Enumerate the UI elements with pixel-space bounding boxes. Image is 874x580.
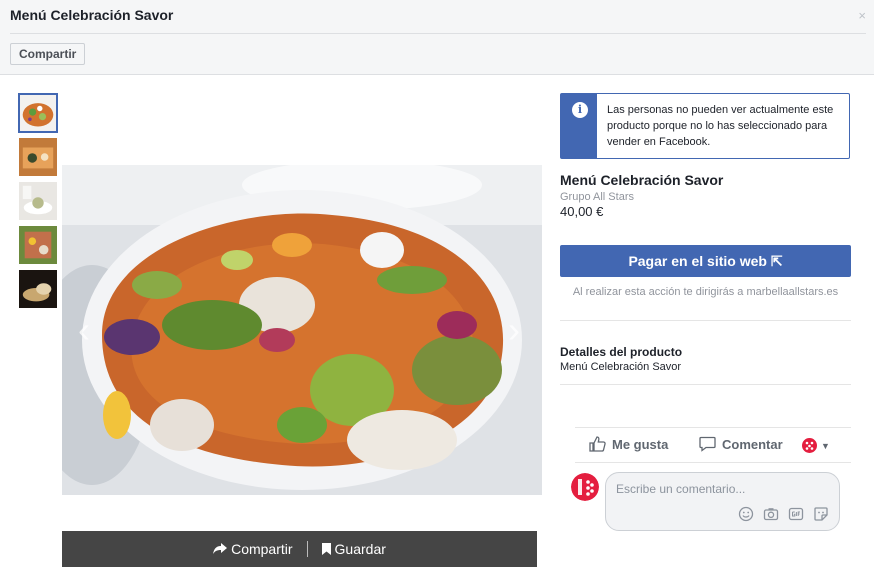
photo-bar-divider: [306, 541, 308, 557]
notice-text: Las personas no pueden ver actualmente e…: [607, 104, 834, 148]
like-button[interactable]: Me gusta: [589, 436, 668, 452]
section-divider: [560, 384, 851, 385]
bookmark-icon: [321, 543, 331, 555]
comment-input[interactable]: [616, 482, 826, 496]
thumbnail-2[interactable]: [18, 137, 58, 177]
details-heading: Detalles del producto: [560, 345, 683, 359]
avatar[interactable]: [571, 473, 599, 501]
next-photo-button[interactable]: ›: [508, 312, 520, 348]
product-price: 40,00 €: [560, 204, 604, 219]
dialog-title: Menú Celebración Savor: [10, 7, 174, 23]
notice-strip: i: [561, 94, 597, 158]
seller-name[interactable]: Grupo All Stars: [560, 191, 634, 203]
product-title: Menú Celebración Savor: [560, 172, 724, 188]
dialog-header: Menú Celebración Savor × Compartir: [0, 0, 874, 75]
thumbnail-strip: [18, 93, 58, 313]
comment-tools: [738, 506, 829, 522]
section-divider: [560, 320, 851, 321]
close-icon[interactable]: ×: [858, 8, 866, 23]
info-icon: i: [572, 102, 588, 118]
like-label: Me gusta: [612, 436, 669, 452]
pay-on-website-button[interactable]: Pagar en el sitio web ⇱: [560, 245, 851, 277]
photo-share-button[interactable]: Compartir: [207, 541, 298, 557]
thumbnail-4[interactable]: [18, 225, 58, 265]
sticker-icon[interactable]: [813, 506, 829, 522]
page-avatar-icon: [802, 438, 817, 453]
camera-icon[interactable]: [763, 506, 779, 522]
comment-label: Comentar: [722, 436, 783, 452]
comment-icon: [699, 436, 716, 452]
visibility-notice: i Las personas no pueden ver actualmente…: [560, 93, 850, 159]
chevron-down-icon: ▼: [821, 440, 830, 451]
dish-illustration: [62, 165, 542, 495]
thumbnail-3[interactable]: [18, 181, 58, 221]
gif-icon[interactable]: [788, 506, 804, 522]
header-divider: [10, 33, 866, 34]
photo-action-bar: Compartir Guardar: [62, 531, 537, 567]
emoji-icon[interactable]: [738, 506, 754, 522]
comment-box: [605, 472, 840, 531]
redirect-note: Al realizar esta acción te dirigirás a m…: [572, 286, 839, 298]
details-value: Menú Celebración Savor: [560, 361, 682, 373]
share-arrow-icon: [213, 543, 228, 554]
comment-button[interactable]: Comentar: [699, 436, 783, 452]
thumbnail-1[interactable]: [18, 93, 58, 133]
share-button[interactable]: Compartir: [10, 43, 86, 65]
photo-save-button[interactable]: Guardar: [316, 541, 392, 557]
post-as-selector[interactable]: ▼: [802, 438, 830, 453]
social-actions: Me gusta Comentar ▼: [575, 427, 851, 463]
photo-share-label: Compartir: [231, 541, 293, 557]
photo-save-label: Guardar: [334, 541, 386, 557]
product-photo: ‹ ›: [62, 165, 542, 495]
previous-photo-button[interactable]: ‹: [78, 312, 90, 348]
thumbs-up-icon: [589, 436, 606, 452]
user-avatar-icon: [571, 473, 599, 501]
thumbnail-5[interactable]: [18, 269, 58, 309]
